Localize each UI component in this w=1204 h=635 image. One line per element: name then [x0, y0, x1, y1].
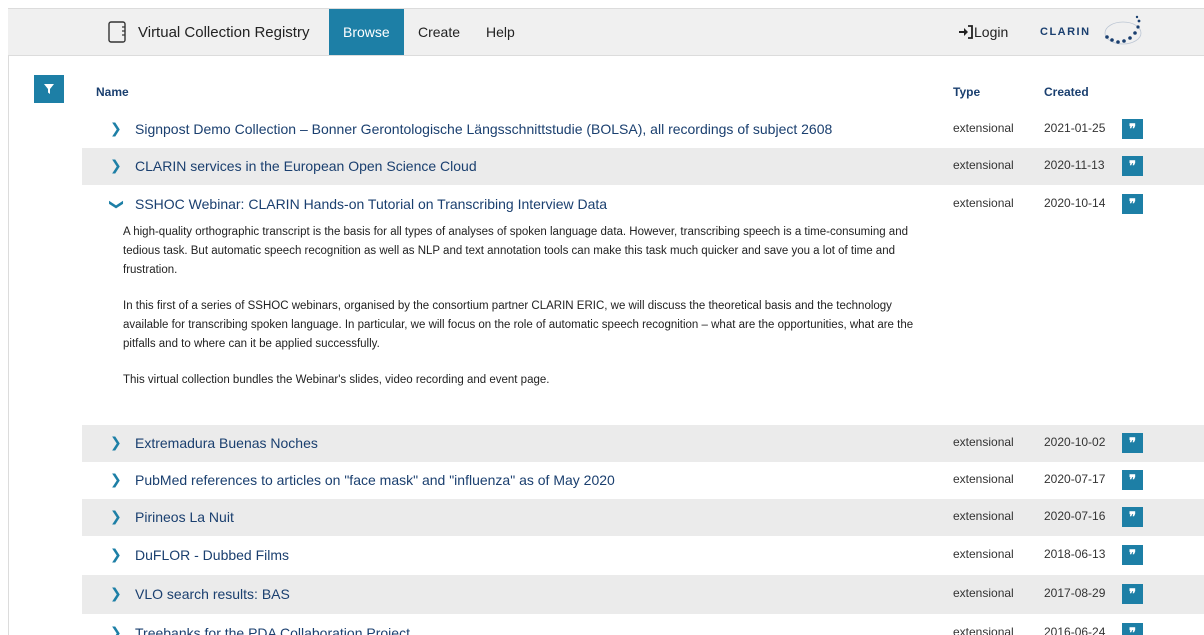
- top-navbar: Virtual Collection Registry Browse Creat…: [8, 8, 1204, 56]
- collection-title-link[interactable]: PubMed references to articles on "face m…: [135, 472, 615, 488]
- filter-icon: [44, 84, 54, 94]
- collection-type: extensional: [953, 472, 1014, 486]
- cite-quote-icon[interactable]: ❞: [1122, 194, 1143, 214]
- collection-type: extensional: [953, 158, 1014, 172]
- collection-title-link[interactable]: Treebanks for the PDA Collaboration Proj…: [135, 625, 410, 635]
- nav-help[interactable]: Help: [472, 9, 529, 55]
- collection-type: extensional: [953, 586, 1014, 600]
- login-icon: [959, 25, 973, 39]
- login-link[interactable]: Login: [958, 9, 1008, 55]
- collection-created: 2020-10-14: [1044, 196, 1106, 210]
- expand-chevron-icon[interactable]: ❯: [110, 508, 122, 525]
- collection-type: extensional: [953, 547, 1014, 561]
- collapse-chevron-icon[interactable]: ❯: [108, 199, 125, 211]
- brand-title: Virtual Collection Registry: [138, 23, 310, 41]
- table-row[interactable]: ❯ Signpost Demo Collection – Bonner Gero…: [82, 111, 1204, 148]
- collection-type: extensional: [953, 625, 1014, 635]
- expand-chevron-icon[interactable]: ❯: [110, 434, 122, 451]
- collection-title-link[interactable]: CLARIN services in the European Open Sci…: [135, 158, 477, 174]
- collection-created: 2021-01-25: [1044, 121, 1106, 135]
- table-row[interactable]: ❯ Treebanks for the PDA Collaboration Pr…: [82, 614, 1204, 635]
- cite-quote-icon[interactable]: ❞: [1122, 470, 1143, 490]
- collection-type: extensional: [953, 121, 1014, 135]
- nav-browse[interactable]: Browse: [329, 9, 404, 55]
- table-row[interactable]: ❯ Pirineos La Nuit extensional 2020-07-1…: [82, 499, 1204, 536]
- table-row[interactable]: ❯ PubMed references to articles on "face…: [82, 462, 1204, 499]
- clarin-logo: CLARIN: [1040, 15, 1143, 49]
- table-row[interactable]: ❯ Extremadura Buenas Noches extensional …: [82, 425, 1204, 462]
- collection-title-link[interactable]: SSHOC Webinar: CLARIN Hands-on Tutorial …: [135, 196, 607, 212]
- logo-text: CLARIN: [1040, 26, 1091, 38]
- collection-created: 2018-06-13: [1044, 547, 1106, 561]
- expand-chevron-icon[interactable]: ❯: [110, 546, 122, 563]
- cite-quote-icon[interactable]: ❞: [1122, 507, 1143, 527]
- collection-title-link[interactable]: Extremadura Buenas Noches: [135, 435, 318, 451]
- cite-quote-icon[interactable]: ❞: [1122, 119, 1143, 139]
- collection-created: 2017-08-29: [1044, 586, 1106, 600]
- collection-description-paragraph: This virtual collection bundles the Webi…: [123, 374, 550, 386]
- cite-quote-icon[interactable]: ❞: [1122, 545, 1143, 565]
- document-icon: [108, 21, 126, 43]
- brand-link[interactable]: Virtual Collection Registry: [108, 9, 309, 55]
- clarin-ring-icon: [1104, 15, 1141, 45]
- collection-description-paragraph: In this first of a series of SSHOC webin…: [123, 300, 914, 350]
- column-header-name[interactable]: Name: [96, 85, 129, 99]
- expand-chevron-icon[interactable]: ❯: [110, 585, 122, 602]
- expand-chevron-icon[interactable]: ❯: [110, 471, 122, 488]
- nav-create[interactable]: Create: [404, 9, 474, 55]
- cite-quote-icon[interactable]: ❞: [1122, 156, 1143, 176]
- collection-created: 2020-07-17: [1044, 472, 1106, 486]
- filter-button[interactable]: [34, 75, 64, 103]
- cite-quote-icon[interactable]: ❞: [1122, 584, 1143, 604]
- table-row-expanded[interactable]: ❯ SSHOC Webinar: CLARIN Hands-on Tutoria…: [82, 185, 1204, 425]
- collection-description-paragraph: A high-quality orthographic transcript i…: [123, 226, 908, 276]
- left-border: [8, 56, 9, 635]
- collection-title-link[interactable]: DuFLOR - Dubbed Films: [135, 547, 289, 563]
- cite-quote-icon[interactable]: ❞: [1122, 623, 1143, 635]
- table-row[interactable]: ❯ DuFLOR - Dubbed Films extensional 2018…: [82, 536, 1204, 575]
- collection-type: extensional: [953, 509, 1014, 523]
- collection-created: 2020-11-13: [1044, 158, 1105, 172]
- column-header-type[interactable]: Type: [953, 85, 980, 99]
- column-header-created[interactable]: Created: [1044, 85, 1089, 99]
- collection-type: extensional: [953, 196, 1014, 210]
- expand-chevron-icon[interactable]: ❯: [110, 157, 122, 174]
- collection-created: 2016-06-24: [1044, 625, 1106, 635]
- cite-quote-icon[interactable]: ❞: [1122, 433, 1143, 453]
- collection-type: extensional: [953, 435, 1014, 449]
- expand-chevron-icon[interactable]: ❯: [110, 624, 122, 635]
- collection-title-link[interactable]: Pirineos La Nuit: [135, 509, 234, 525]
- expand-chevron-icon[interactable]: ❯: [110, 120, 122, 137]
- table-row[interactable]: ❯ VLO search results: BAS extensional 20…: [82, 575, 1204, 614]
- login-label: Login: [974, 24, 1009, 40]
- collection-created: 2020-07-16: [1044, 509, 1106, 523]
- collection-created: 2020-10-02: [1044, 435, 1106, 449]
- table-row[interactable]: ❯ CLARIN services in the European Open S…: [82, 148, 1204, 185]
- collection-title-link[interactable]: VLO search results: BAS: [135, 586, 290, 602]
- collection-title-link[interactable]: Signpost Demo Collection – Bonner Geront…: [135, 121, 832, 137]
